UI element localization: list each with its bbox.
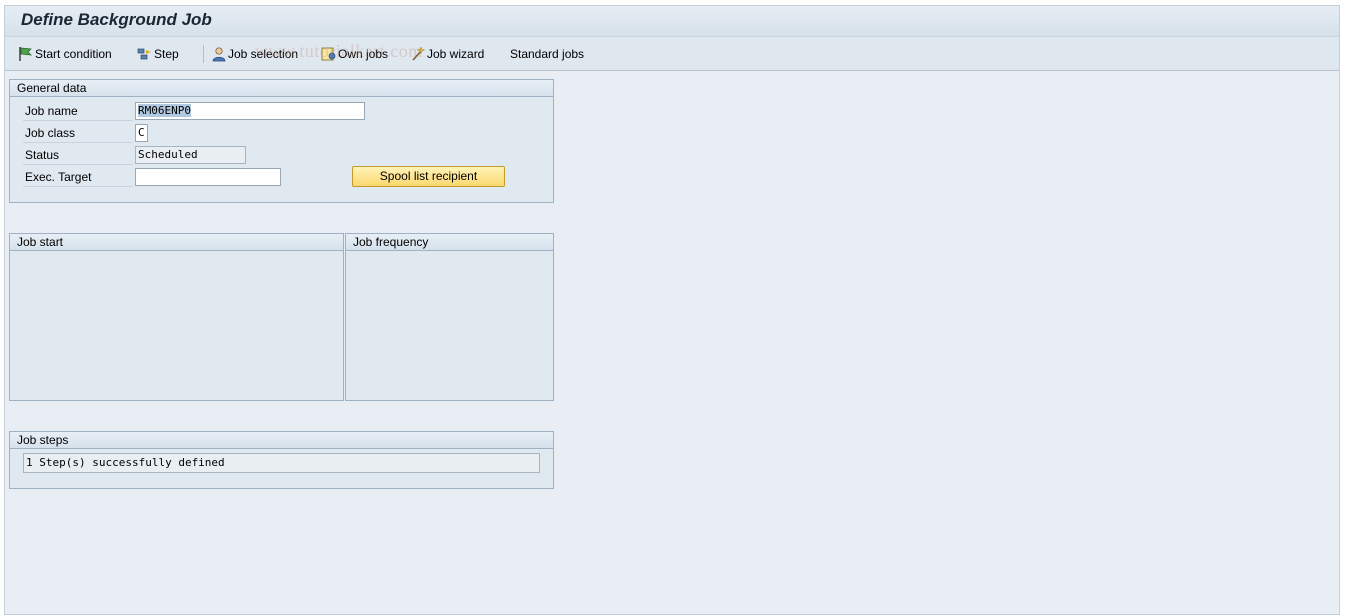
general-data-group: General data Job name RM06ENP0 Job class… (9, 79, 554, 203)
standard-jobs-label: Standard jobs (510, 47, 585, 61)
job-steps-group: Job steps 1 Step(s) successfully defined (9, 431, 554, 489)
job-selection-label: Job selection (228, 47, 299, 61)
toolbar-separator (203, 45, 204, 63)
standard-jobs-button[interactable]: Standard jobs (510, 45, 584, 63)
job-wizard-label: Job wizard (427, 47, 485, 61)
person-icon (212, 47, 226, 62)
step-label: Step (154, 47, 179, 61)
own-jobs-icon (321, 47, 336, 61)
sap-window: Define Background Job Start condition St… (4, 5, 1340, 615)
job-steps-header: Job steps (10, 432, 553, 449)
job-frequency-group: Job frequency (345, 233, 554, 401)
job-name-label: Job name (23, 102, 133, 121)
job-start-title: Job start (17, 235, 64, 249)
status-label: Status (23, 146, 133, 165)
spool-list-recipient-button[interactable]: Spool list recipient (352, 166, 505, 187)
flag-icon (19, 47, 33, 61)
general-data-title: General data (17, 81, 87, 95)
title-bar: Define Background Job (5, 6, 1339, 37)
wizard-icon (412, 46, 426, 61)
general-data-header: General data (10, 80, 553, 97)
start-condition-label: Start condition (35, 47, 112, 61)
job-steps-title: Job steps (17, 433, 69, 447)
job-name-value: RM06ENP0 (138, 104, 191, 117)
exec-target-label: Exec. Target (23, 168, 133, 187)
job-frequency-title: Job frequency (353, 235, 429, 249)
application-toolbar: Start condition Step Job selection Own j… (5, 37, 1339, 71)
status-field: Scheduled (135, 146, 246, 164)
own-jobs-label: Own jobs (338, 47, 389, 61)
job-frequency-header: Job frequency (346, 234, 553, 251)
page-title: Define Background Job (21, 10, 212, 29)
job-start-header: Job start (10, 234, 343, 251)
exec-target-input[interactable] (135, 168, 281, 186)
job-class-input[interactable]: C (135, 124, 148, 142)
job-start-group: Job start (9, 233, 344, 401)
job-class-label: Job class (23, 124, 133, 143)
step-icon (137, 48, 151, 60)
job-steps-message: 1 Step(s) successfully defined (23, 453, 540, 473)
job-name-input[interactable]: RM06ENP0 (135, 102, 365, 120)
